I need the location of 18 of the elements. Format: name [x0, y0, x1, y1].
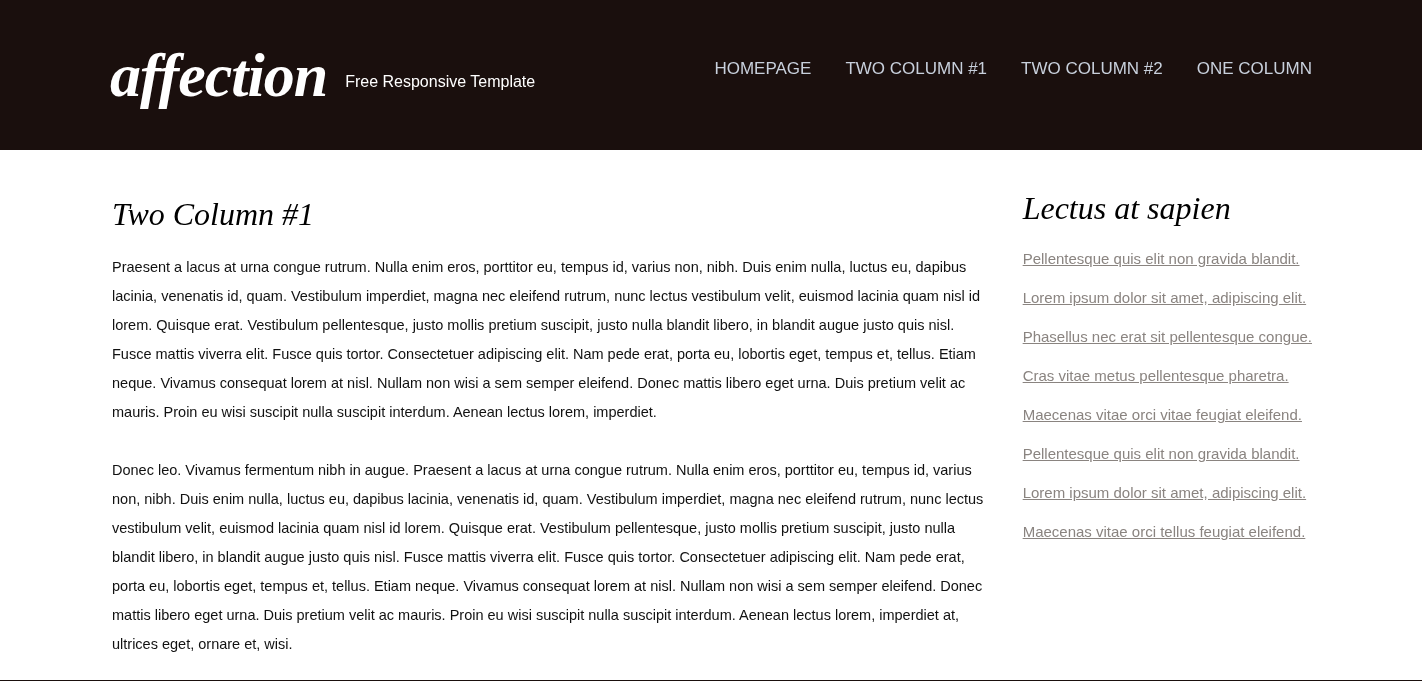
- nav-link[interactable]: TWO COLUMN #2: [1021, 59, 1163, 79]
- paragraph: Praesent a lacus at urna congue rutrum. Nulla enim eros, porttitor eu, tempus id, varius non, nibh. Duis enim nulla, luctus eu, dapibus lacinia, venenatis id, quam. Vestibulum imperdiet, magna nec eleifend rutrum, nunc lectus vestibulum velit, euismod lacinia quam nisl id lorem. Quisque erat. Vestibulum pellentesque, justo mollis pretium suscipit, justo nulla blandit libero, in blandit augue justo quis nisl. Fusce mattis viverra elit. Fusce quis tortor. Consectetuer adipiscing elit. Nam pede erat, porta eu, lobortis eget, tempus et, tellus. Etiam neque. Vivamus consequat lorem at nisl. Nullam non wisi a sem semper eleifend. Donec mattis libero eget urna. Duis pretium velit ac mauris. Proin eu wisi suscipit nulla suscipit interdum. Aenean lectus lorem, imperdiet.: [112, 258, 982, 422]
- page-title: Two Column #1: [112, 196, 316, 233]
- sidebar-link[interactable]: Lorem ipsum dolor sit amet, adipiscing elit.: [1022, 278, 1307, 317]
- sidebar-link[interactable]: Maecenas vitae orci vitae feugiat eleifend.: [1022, 395, 1302, 434]
- tagline: Free Responsive Template: [345, 73, 536, 91]
- nav-link[interactable]: ONE COLUMN: [1196, 59, 1312, 79]
- nav-link[interactable]: HOMEPAGE: [714, 59, 812, 79]
- sidebar-title: Lectus at sapien: [1022, 190, 1231, 227]
- sidebar-link[interactable]: Phasellus nec erat sit pellentesque congue.: [1022, 317, 1312, 356]
- paragraph: Donec leo. Vivamus fermentum nibh in augue. Praesent a lacus at urna congue rutrum. Nulla enim eros, porttitor eu, tempus id, varius non, nibh. Duis enim nulla, luctus eu, dapibus lacinia, venenatis id, quam. Vestibulum imperdiet, magna nec eleifend rutrum, nunc lectus vestibulum velit, euismod lacinia quam nisl id lorem. Quisque erat. Vestibulum pellentesque, justo mollis pretium suscipit, justo nulla blandit libero, in blandit augue justo quis nisl. Fusce mattis viverra elit. Fusce quis tortor. Consectetuer adipiscing elit. Nam pede erat, porta eu, lobortis eget, tempus et, tellus. Etiam neque. Vivamus consequat lorem at nisl. Nullam non wisi a sem semper eleifend. Donec mattis libero eget urna. Duis pretium velit ac mauris. Proin eu wisi suscipit nulla suscipit interdum. Aenean lectus lorem, imperdiet at, ultrices eget, ornare et, wisi.: [112, 461, 985, 654]
- sidebar-link[interactable]: Pellentesque quis elit non gravida blandit.: [1022, 239, 1300, 278]
- nav-link[interactable]: TWO COLUMN #1: [845, 59, 988, 79]
- sidebar-link[interactable]: Pellentesque quis elit non gravida blandit.: [1022, 434, 1300, 473]
- sidebar-link[interactable]: Maecenas vitae orci tellus feugiat eleifend.: [1022, 512, 1306, 551]
- sidebar-link[interactable]: Lorem ipsum dolor sit amet, adipiscing elit.: [1022, 473, 1307, 512]
- sidebar-link[interactable]: Cras vitae metus pellentesque pharetra.: [1022, 356, 1289, 395]
- site-logo[interactable]: affection: [110, 39, 328, 111]
